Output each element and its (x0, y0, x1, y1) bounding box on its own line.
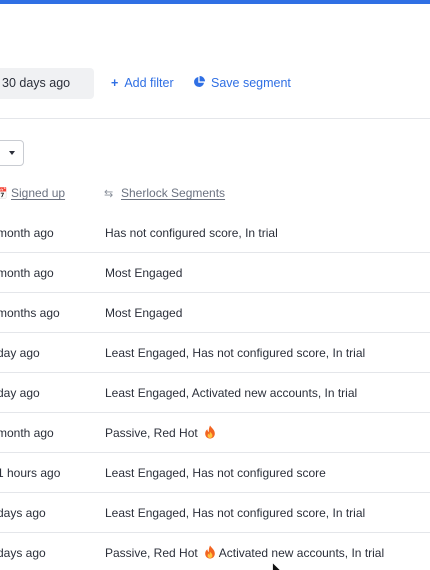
chevron-down-icon (9, 151, 15, 155)
date-range-filter[interactable]: 30 days ago (0, 68, 94, 99)
view-dropdown[interactable] (0, 140, 24, 166)
segments-cell: Most Engaged (105, 266, 183, 280)
table-row[interactable]: month ago Has not configured score, In t… (0, 213, 430, 253)
signed-up-cell: months ago (0, 306, 60, 320)
table-row[interactable]: day ago Least Engaged, Activated new acc… (0, 373, 430, 413)
signed-up-cell: month ago (0, 266, 54, 280)
table-row[interactable]: day ago Least Engaged, Has not configure… (0, 333, 430, 373)
column-header-label: Sherlock Segments (121, 186, 226, 200)
signed-up-cell: month ago (0, 226, 54, 240)
sort-arrows-icon: ⇆ (104, 188, 114, 200)
flame-icon (205, 425, 215, 439)
table-row[interactable]: 1 hours ago Least Engaged, Has not confi… (0, 453, 430, 493)
toolbar-divider (0, 118, 430, 119)
signed-up-cell: days ago (0, 506, 46, 520)
save-segment-label: Save segment (211, 76, 291, 90)
top-accent-bar (0, 0, 430, 4)
save-segment-button[interactable]: Save segment (193, 68, 291, 99)
segments-cell: Least Engaged, Has not configured score,… (105, 506, 366, 520)
table-body: month ago Has not configured score, In t… (0, 213, 430, 570)
table-row[interactable]: month ago Most Engaged (0, 253, 430, 293)
signed-up-cell: days ago (0, 546, 46, 560)
table-row[interactable]: days ago Least Engaged, Has not configur… (0, 493, 430, 533)
segments-cell: Passive, Red Hot Activated new accounts,… (105, 533, 384, 570)
segments-cell: Least Engaged, Has not configured score (105, 466, 326, 480)
segments-text: Passive, Red Hot (105, 426, 198, 440)
calendar-icon: 📅 (0, 188, 8, 200)
table-row[interactable]: days ago Passive, Red Hot Activated new … (0, 533, 430, 570)
table-row[interactable]: months ago Most Engaged (0, 293, 430, 333)
column-header-sherlock-segments[interactable]: ⇆ Sherlock Segments (104, 184, 225, 202)
pie-chart-icon (194, 76, 205, 87)
column-header-signed-up[interactable]: 📅 Signed up (0, 184, 65, 202)
add-filter-label: Add filter (124, 76, 174, 90)
add-filter-button[interactable]: + Add filter (111, 68, 174, 99)
segments-cell: Passive, Red Hot (105, 413, 216, 453)
segments-cell: Has not configured score, In trial (105, 226, 278, 240)
date-range-value: 30 days ago (2, 76, 71, 90)
segments-cell: Least Engaged, Has not configured score,… (105, 346, 366, 360)
signed-up-cell: day ago (0, 386, 40, 400)
signed-up-cell: day ago (0, 346, 40, 360)
plus-icon: + (111, 76, 119, 90)
segments-text-after: Activated new accounts, In trial (218, 546, 385, 560)
table-row[interactable]: month ago Passive, Red Hot (0, 413, 430, 453)
segments-cell: Least Engaged, Activated new accounts, I… (105, 386, 358, 400)
mouse-cursor-icon (272, 562, 281, 570)
segments-cell: Most Engaged (105, 306, 183, 320)
signed-up-cell: 1 hours ago (0, 466, 61, 480)
filter-bar: 30 days ago + Add filter Save segment (0, 66, 430, 100)
flame-icon (205, 545, 215, 559)
signed-up-cell: month ago (0, 426, 54, 440)
column-header-label: Signed up (11, 186, 66, 200)
segments-text: Passive, Red Hot (105, 546, 198, 560)
